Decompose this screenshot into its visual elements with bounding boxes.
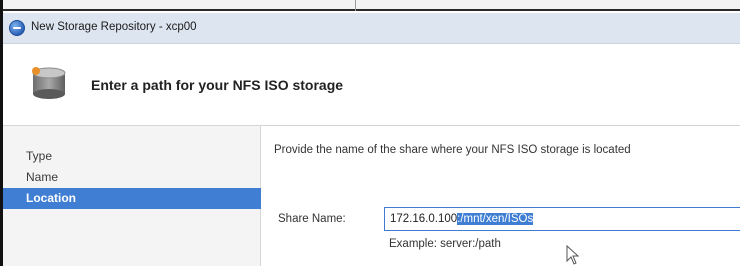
location-panel: Provide the name of the share where your… xyxy=(262,126,740,266)
title-bar: New Storage Repository - xcp00 xyxy=(3,13,740,44)
wizard-heading: Enter a path for your NFS ISO storage xyxy=(91,77,344,93)
window-title: New Storage Repository - xcp00 xyxy=(31,21,197,33)
nav-item-type[interactable]: Type xyxy=(3,146,261,167)
share-name-example: Example: server:/path xyxy=(389,238,501,250)
background-window-edge xyxy=(3,0,740,11)
wizard-header: Enter a path for your NFS ISO storage xyxy=(3,44,740,126)
nav-item-name[interactable]: Name xyxy=(3,167,261,188)
wizard-steps-sidebar: Type Name Location xyxy=(3,126,261,266)
share-name-selected-text: :/mnt/xen/ISOs xyxy=(457,213,534,225)
share-name-input[interactable]: 172.16.0.100:/mnt/xen/ISOs xyxy=(384,207,740,231)
xenserver-app-icon xyxy=(9,20,25,36)
background-window-divider xyxy=(355,0,356,11)
mouse-pointer-icon xyxy=(566,245,580,265)
location-description: Provide the name of the share where your… xyxy=(274,144,631,156)
storage-disk-icon xyxy=(32,67,66,99)
nav-item-location[interactable]: Location xyxy=(3,188,261,209)
share-name-label: Share Name: xyxy=(278,213,346,225)
share-name-value: 172.16.0.100 xyxy=(390,213,458,225)
